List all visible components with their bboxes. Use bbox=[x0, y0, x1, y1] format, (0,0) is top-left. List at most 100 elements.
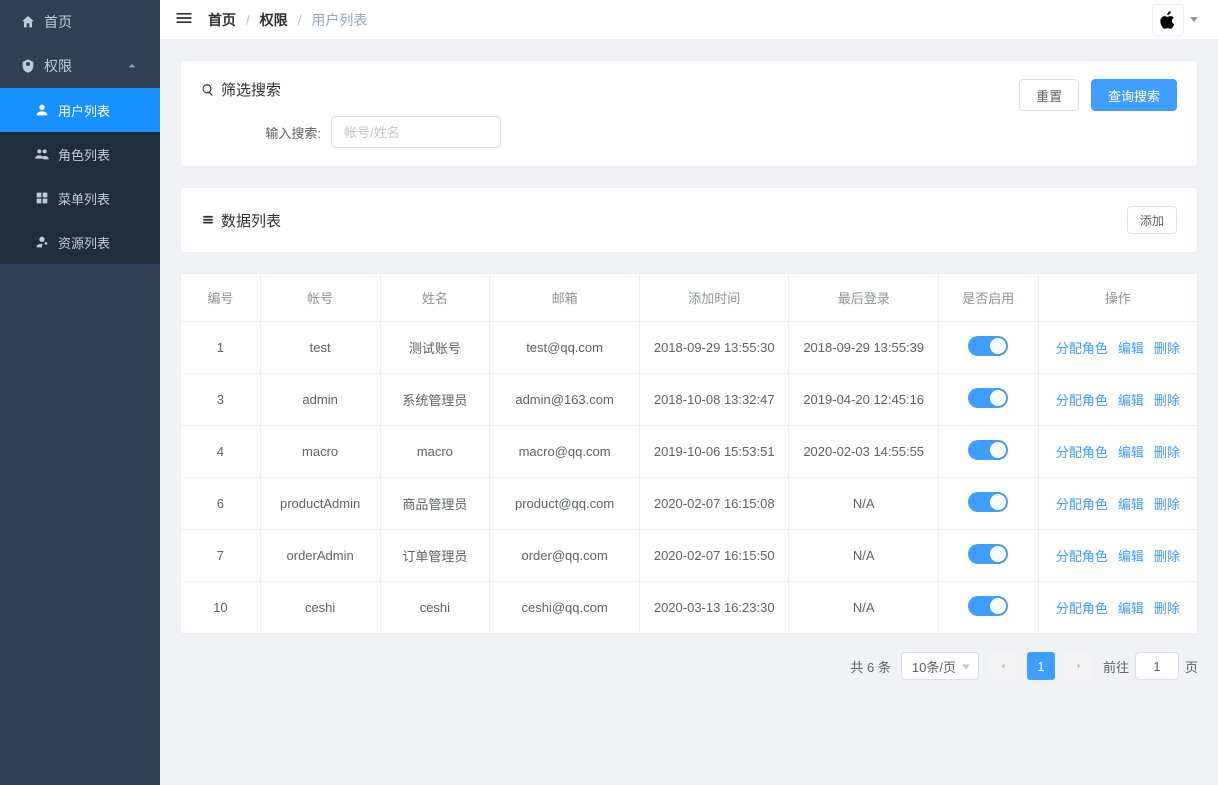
th-name: 姓名 bbox=[380, 274, 490, 322]
cell-id: 10 bbox=[181, 582, 261, 634]
edit-link[interactable]: 编辑 bbox=[1118, 549, 1144, 564]
data-header-card: 数据列表 添加 bbox=[180, 187, 1198, 253]
user-menu[interactable] bbox=[1152, 4, 1198, 36]
sidebar-item-label: 菜单列表 bbox=[58, 189, 110, 208]
filter-actions: 重置 查询搜索 bbox=[1019, 79, 1177, 111]
content: 筛选搜索 输入搜索: 重置 查询搜索 bbox=[160, 40, 1218, 700]
edit-link[interactable]: 编辑 bbox=[1118, 601, 1144, 616]
search-button[interactable]: 查询搜索 bbox=[1091, 79, 1177, 111]
assign-role-link[interactable]: 分配角色 bbox=[1056, 549, 1108, 564]
add-button[interactable]: 添加 bbox=[1127, 206, 1177, 234]
cell-created: 2020-02-07 16:15:50 bbox=[639, 530, 788, 582]
cell-ops: 分配角色编辑删除 bbox=[1038, 322, 1197, 374]
th-created: 添加时间 bbox=[639, 274, 788, 322]
cell-ops: 分配角色编辑删除 bbox=[1038, 426, 1197, 478]
th-email: 邮箱 bbox=[490, 274, 640, 322]
edit-link[interactable]: 编辑 bbox=[1118, 341, 1144, 356]
cell-id: 4 bbox=[181, 426, 261, 478]
cell-ops: 分配角色编辑删除 bbox=[1038, 582, 1197, 634]
cell-ops: 分配角色编辑删除 bbox=[1038, 478, 1197, 530]
enable-switch[interactable] bbox=[968, 492, 1008, 512]
page-size-select[interactable]: 10条/页 bbox=[901, 652, 979, 680]
filter-input-label: 输入搜索: bbox=[241, 123, 321, 142]
delete-link[interactable]: 删除 bbox=[1154, 341, 1180, 356]
next-page-button[interactable] bbox=[1065, 652, 1093, 680]
users-icon bbox=[34, 146, 58, 162]
pagination-total: 共 6 条 bbox=[850, 657, 890, 676]
delete-link[interactable]: 删除 bbox=[1154, 549, 1180, 564]
cell-email: order@qq.com bbox=[490, 530, 640, 582]
delete-link[interactable]: 删除 bbox=[1154, 497, 1180, 512]
cell-name: macro bbox=[380, 426, 490, 478]
cell-name: 系统管理员 bbox=[380, 374, 490, 426]
th-enabled: 是否启用 bbox=[938, 274, 1038, 322]
prev-page-button[interactable] bbox=[989, 652, 1017, 680]
delete-link[interactable]: 删除 bbox=[1154, 393, 1180, 408]
cell-last: N/A bbox=[789, 478, 938, 530]
assign-role-link[interactable]: 分配角色 bbox=[1056, 601, 1108, 616]
breadcrumb-perm[interactable]: 权限 bbox=[260, 12, 288, 28]
cell-created: 2020-02-07 16:15:08 bbox=[639, 478, 788, 530]
cell-created: 2018-09-29 13:55:30 bbox=[639, 322, 788, 374]
edit-link[interactable]: 编辑 bbox=[1118, 497, 1144, 512]
edit-link[interactable]: 编辑 bbox=[1118, 393, 1144, 408]
page-1-button[interactable]: 1 bbox=[1027, 652, 1055, 680]
cell-ops: 分配角色编辑删除 bbox=[1038, 530, 1197, 582]
th-id: 编号 bbox=[181, 274, 261, 322]
sidebar-item-menus[interactable]: 菜单列表 bbox=[0, 176, 160, 220]
hamburger-icon[interactable] bbox=[170, 4, 198, 35]
filter-title: 筛选搜索 bbox=[201, 79, 1019, 100]
table-row: 6productAdmin商品管理员product@qq.com2020-02-… bbox=[181, 478, 1198, 530]
reset-button[interactable]: 重置 bbox=[1019, 79, 1079, 111]
assign-role-link[interactable]: 分配角色 bbox=[1056, 393, 1108, 408]
delete-link[interactable]: 删除 bbox=[1154, 601, 1180, 616]
assign-role-link[interactable]: 分配角色 bbox=[1056, 341, 1108, 356]
sidebar-submenu: 用户列表 角色列表 菜单列表 资源列表 bbox=[0, 88, 160, 264]
sidebar-item-resources[interactable]: 资源列表 bbox=[0, 220, 160, 264]
breadcrumb: 首页 / 权限 / 用户列表 bbox=[208, 10, 367, 30]
enable-switch[interactable] bbox=[968, 388, 1008, 408]
enable-switch[interactable] bbox=[968, 544, 1008, 564]
sidebar-item-home[interactable]: 首页 bbox=[0, 0, 160, 44]
cell-email: admin@163.com bbox=[490, 374, 640, 426]
sidebar-item-label: 角色列表 bbox=[58, 145, 110, 164]
sidebar-item-label: 权限 bbox=[44, 56, 72, 76]
search-input[interactable] bbox=[331, 116, 501, 148]
cell-email: ceshi@qq.com bbox=[490, 582, 640, 634]
sidebar-item-permission[interactable]: 权限 bbox=[0, 44, 160, 88]
table-row: 7orderAdmin订单管理员order@qq.com2020-02-07 1… bbox=[181, 530, 1198, 582]
filter-card: 筛选搜索 输入搜索: 重置 查询搜索 bbox=[180, 60, 1198, 167]
cell-ops: 分配角色编辑删除 bbox=[1038, 374, 1197, 426]
th-last: 最后登录 bbox=[789, 274, 938, 322]
cell-enabled bbox=[938, 582, 1038, 634]
shield-icon bbox=[20, 58, 44, 74]
assign-role-link[interactable]: 分配角色 bbox=[1056, 445, 1108, 460]
cell-id: 1 bbox=[181, 322, 261, 374]
cell-name: ceshi bbox=[380, 582, 490, 634]
chevron-down-icon bbox=[1190, 17, 1198, 22]
assign-role-link[interactable]: 分配角色 bbox=[1056, 497, 1108, 512]
enable-switch[interactable] bbox=[968, 596, 1008, 616]
topbar: 首页 / 权限 / 用户列表 bbox=[160, 0, 1218, 40]
cell-id: 7 bbox=[181, 530, 261, 582]
cell-enabled bbox=[938, 426, 1038, 478]
breadcrumb-home[interactable]: 首页 bbox=[208, 12, 236, 28]
resource-icon bbox=[34, 234, 58, 250]
main: 首页 / 权限 / 用户列表 筛选搜索 bbox=[160, 0, 1218, 785]
th-account: 帐号 bbox=[260, 274, 380, 322]
sidebar-item-label: 用户列表 bbox=[58, 101, 110, 120]
cell-enabled bbox=[938, 374, 1038, 426]
enable-switch[interactable] bbox=[968, 336, 1008, 356]
page-jump-input[interactable] bbox=[1135, 652, 1179, 680]
cell-id: 6 bbox=[181, 478, 261, 530]
enable-switch[interactable] bbox=[968, 440, 1008, 460]
delete-link[interactable]: 删除 bbox=[1154, 445, 1180, 460]
cell-name: 测试账号 bbox=[380, 322, 490, 374]
filter-row: 输入搜索: bbox=[201, 116, 1019, 148]
sidebar-item-roles[interactable]: 角色列表 bbox=[0, 132, 160, 176]
edit-link[interactable]: 编辑 bbox=[1118, 445, 1144, 460]
apple-icon bbox=[1158, 9, 1178, 31]
sidebar-item-users[interactable]: 用户列表 bbox=[0, 88, 160, 132]
cell-account: ceshi bbox=[260, 582, 380, 634]
data-table-wrap: 编号 帐号 姓名 邮箱 添加时间 最后登录 是否启用 操作 1test测试账号t… bbox=[180, 273, 1198, 634]
